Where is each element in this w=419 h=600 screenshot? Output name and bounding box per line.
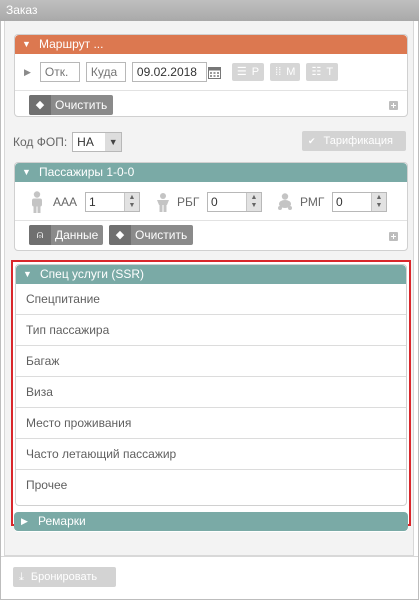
infant-count-stepper[interactable]: 0 ▲ ▼ — [332, 192, 387, 212]
child-count-stepper[interactable]: 0 ▲ ▼ — [207, 192, 262, 212]
list-alt-icon: ☷ — [311, 66, 322, 78]
window-title: Заказ — [0, 0, 419, 21]
route-clear-button[interactable]: ◆ Очистить — [29, 95, 114, 115]
date-input[interactable]: 09.02.2018 — [131, 62, 207, 82]
ssr-item-visa[interactable]: Виза — [16, 377, 406, 408]
origin-input[interactable] — [39, 62, 80, 82]
fop-select[interactable]: НА ▼ — [72, 132, 123, 152]
divider — [15, 220, 407, 221]
stepper-arrows[interactable]: ▲ ▼ — [371, 193, 386, 211]
adult-label: AAA — [53, 195, 78, 209]
child-label: РБГ — [177, 195, 200, 209]
passenger-data-button[interactable]: ⍝ Данные — [29, 225, 104, 245]
ssr-item-meal[interactable]: Спецпитание — [16, 284, 406, 315]
infant-icon — [277, 193, 293, 215]
ssr-item-residence[interactable]: Место проживания — [16, 408, 406, 439]
collapse-icon: ▼ — [23, 269, 32, 279]
chevron-down-icon: ✔ — [308, 136, 316, 146]
ssr-item-passenger-type[interactable]: Тип пассажира — [16, 315, 406, 346]
adult-icon — [30, 191, 44, 217]
user-icon: ⍝ — [29, 225, 51, 245]
book-button[interactable]: ⤓ Бронировать — [13, 567, 116, 587]
route-panel-title: Маршрут ... — [39, 37, 104, 51]
passenger-clear-button[interactable]: ◆ Очистить — [109, 225, 194, 245]
order-window: ▼ Маршрут ... ▶ 09.02.2018 ☰P ⁞⁞M ☷T — [0, 21, 419, 600]
ssr-item-frequent-flyer[interactable]: Часто летающий пассажир — [16, 439, 406, 470]
ssr-panel: ▼ Спец услуги (SSR) Спецпитание Тип пасс… — [15, 264, 407, 506]
fop-label: Код ФОП: — [13, 135, 68, 149]
fop-row: Код ФОП: НА ▼ — [13, 132, 123, 152]
passengers-panel-header[interactable]: ▼ Пассажиры 1-0-0 — [15, 163, 407, 182]
remarks-panel-header[interactable]: ▶ Ремарки — [14, 512, 408, 531]
expand-icon: ▶ — [21, 516, 28, 526]
list-icon: ☰ — [236, 66, 247, 78]
footer-divider — [1, 556, 418, 557]
collapse-icon: ▼ — [22, 39, 31, 49]
ssr-item-baggage[interactable]: Багаж — [16, 346, 406, 377]
destination-input[interactable] — [85, 62, 126, 82]
chevron-down-icon[interactable]: ▼ — [375, 202, 383, 210]
t-button[interactable]: ☷ T — [306, 63, 339, 81]
p-button[interactable]: ☰ P — [231, 63, 265, 81]
expand-route-icon[interactable]: ▶ — [24, 67, 31, 78]
chevron-down-icon[interactable]: ▼ — [128, 202, 136, 210]
adult-count-stepper[interactable]: 1 ▲ ▼ — [85, 192, 140, 212]
stepper-arrows[interactable]: ▲ ▼ — [246, 193, 261, 211]
chevron-up-icon[interactable]: ▲ — [375, 194, 383, 202]
calendar-icon[interactable] — [206, 62, 224, 82]
remarks-panel: ▶ Ремарки — [14, 512, 408, 532]
passengers-panel-title: Пассажиры 1-0-0 — [39, 165, 135, 179]
collapse-icon: ▼ — [22, 167, 31, 177]
route-row: ▶ 09.02.2018 ☰P ⁞⁞M ☷T — [15, 61, 407, 83]
stepper-arrows[interactable]: ▲ ▼ — [124, 193, 139, 211]
grid-icon: ⁞⁞ — [275, 66, 282, 78]
m-button[interactable]: ⁞⁞ M — [270, 63, 301, 81]
route-panel-header[interactable]: ▼ Маршрут ... — [15, 35, 407, 54]
chevron-up-icon[interactable]: ▲ — [128, 194, 136, 202]
route-panel: ▼ Маршрут ... ▶ 09.02.2018 ☰P ⁞⁞M ☷T — [14, 34, 408, 117]
ssr-highlight-box: ▼ Спец услуги (SSR) Спецпитание Тип пасс… — [11, 260, 411, 526]
eraser-icon: ◆ — [109, 225, 131, 245]
infant-label: РМГ — [300, 195, 325, 209]
chevron-up-icon[interactable]: ▲ — [250, 194, 258, 202]
chevron-down-icon[interactable]: ▼ — [250, 202, 258, 210]
tarification-button[interactable]: ✔ Тарификация — [302, 131, 406, 151]
add-passenger-icon[interactable] — [389, 232, 398, 241]
order-content: ▼ Маршрут ... ▶ 09.02.2018 ☰P ⁞⁞M ☷T — [4, 21, 414, 556]
download-icon: ⤓ — [19, 571, 24, 583]
add-route-icon[interactable] — [389, 101, 398, 110]
divider — [15, 90, 407, 91]
chevron-down-icon: ▼ — [105, 133, 122, 151]
eraser-icon: ◆ — [29, 95, 51, 115]
ssr-panel-title: Спец услуги (SSR) — [40, 267, 144, 281]
ssr-item-other[interactable]: Прочее — [16, 470, 406, 501]
ssr-panel-header[interactable]: ▼ Спец услуги (SSR) — [16, 265, 406, 284]
passengers-panel: ▼ Пассажиры 1-0-0 AAA 1 ▲ ▼ РБГ 0 ▲ ▼ РМ… — [14, 162, 408, 251]
remarks-panel-title: Ремарки — [38, 514, 86, 528]
child-icon — [156, 193, 170, 217]
